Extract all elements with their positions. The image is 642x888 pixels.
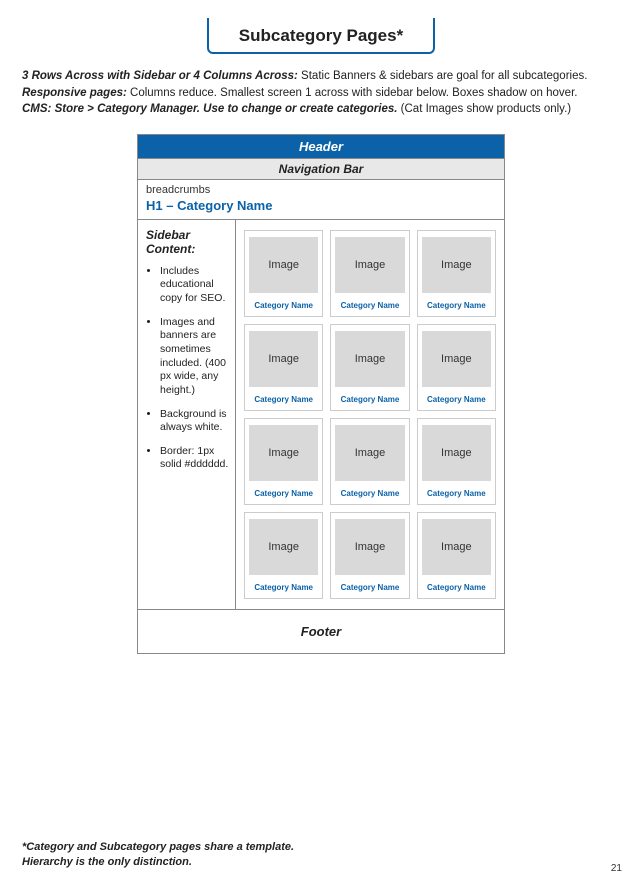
image-placeholder: Image [422,425,491,481]
category-name-label: Category Name [335,489,404,498]
category-cell: Image Category Name [244,418,323,505]
desc-lead-1: 3 Rows Across with Sidebar or 4 Columns … [22,70,298,82]
category-cell: Image Category Name [330,230,409,317]
image-placeholder: Image [249,237,318,293]
wf-sidebar-list: Includes educational copy for SEO. Image… [146,265,229,472]
category-cell: Image Category Name [244,512,323,599]
wf-body: Sidebar Content: Includes educational co… [138,220,504,609]
category-name-label: Category Name [422,301,491,310]
category-cell: Image Category Name [330,324,409,411]
category-cell: Image Category Name [330,512,409,599]
category-name-label: Category Name [249,583,318,592]
image-placeholder: Image [335,237,404,293]
footnote: *Category and Subcategory pages share a … [22,840,294,870]
category-name-label: Category Name [422,489,491,498]
wf-sidebar-item: Border: 1px solid #dddddd. [160,445,229,472]
wf-crumbs-area: breadcrumbs H1 – Category Name [138,180,504,220]
desc-rest-1: Static Banners & sidebars are goal for a… [298,70,588,82]
wf-sidebar-item: Includes educational copy for SEO. [160,265,229,306]
category-cell: Image Category Name [244,230,323,317]
image-placeholder: Image [335,425,404,481]
page-title: Subcategory Pages* [207,18,435,54]
image-placeholder: Image [249,425,318,481]
description-block: 3 Rows Across with Sidebar or 4 Columns … [0,68,642,128]
category-name-label: Category Name [422,583,491,592]
category-cell: Image Category Name [417,512,496,599]
category-name-label: Category Name [335,395,404,404]
desc-rest-2: Columns reduce. Smallest screen 1 across… [127,87,578,99]
wf-sidebar-title: Sidebar Content: [146,228,229,257]
wf-header: Header [138,135,504,158]
wf-sidebar: Sidebar Content: Includes educational co… [138,220,236,609]
wf-grid-area: ImageCategory NameImageCategory NameImag… [236,220,504,609]
wf-nav-bar: Navigation Bar [138,158,504,180]
image-placeholder: Image [422,331,491,387]
wf-grid: ImageCategory NameImageCategory NameImag… [244,230,496,599]
category-cell: Image Category Name [417,418,496,505]
desc-lead-2: Responsive pages: [22,87,127,99]
footnote-line-2: Hierarchy is the only distinction. [22,855,294,870]
category-cell: Image Category Name [417,324,496,411]
page-number: 21 [611,863,622,874]
category-cell: Image Category Name [330,418,409,505]
desc-line-1: 3 Rows Across with Sidebar or 4 Columns … [22,68,620,85]
category-cell: Image Category Name [417,230,496,317]
category-name-label: Category Name [422,395,491,404]
wf-breadcrumbs: breadcrumbs [146,184,496,196]
image-placeholder: Image [422,519,491,575]
wf-sidebar-item: Images and banners are sometimes include… [160,316,229,398]
category-cell: Image Category Name [244,324,323,411]
wireframe-frame: Header Navigation Bar breadcrumbs H1 – C… [137,134,505,654]
wf-h1: H1 – Category Name [146,198,496,213]
wf-footer: Footer [138,609,504,653]
image-placeholder: Image [422,237,491,293]
category-name-label: Category Name [335,301,404,310]
category-name-label: Category Name [335,583,404,592]
image-placeholder: Image [335,519,404,575]
image-placeholder: Image [249,331,318,387]
desc-line-2: Responsive pages: Columns reduce. Smalle… [22,85,620,102]
category-name-label: Category Name [249,301,318,310]
footnote-line-1: *Category and Subcategory pages share a … [22,840,294,855]
category-name-label: Category Name [249,489,318,498]
desc-line-3: CMS: Store > Category Manager. Use to ch… [22,101,620,118]
category-name-label: Category Name [249,395,318,404]
image-placeholder: Image [335,331,404,387]
desc-lead-3: CMS: Store > Category Manager. Use to ch… [22,103,397,115]
image-placeholder: Image [249,519,318,575]
wf-sidebar-item: Background is always white. [160,408,229,435]
desc-rest-3: (Cat Images show products only.) [397,103,571,115]
